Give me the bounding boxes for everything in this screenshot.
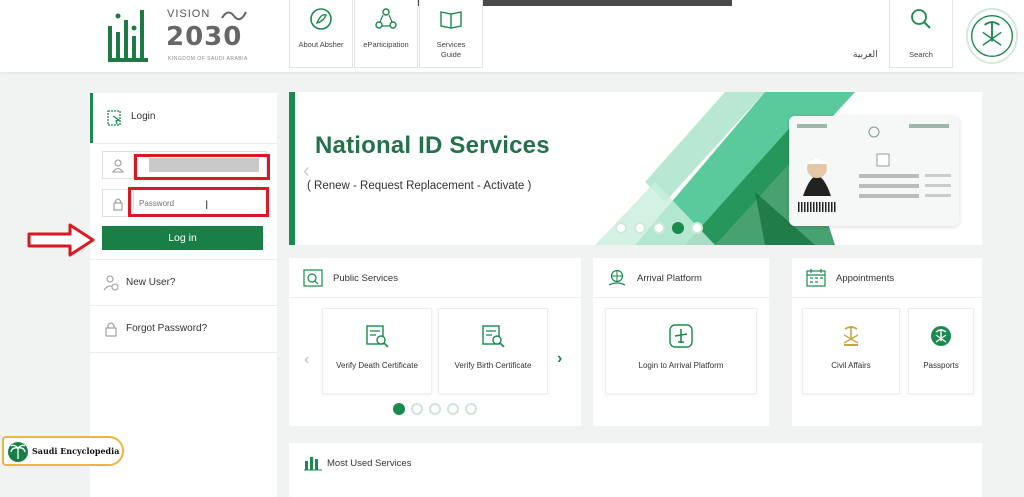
banner-subtitle: ( Renew - Request Replacement - Activate… [307, 180, 532, 192]
new-user-link[interactable]: New User? [90, 260, 277, 306]
forgot-password-label: Forgot Password? [126, 323, 208, 334]
palm-tree-logo-icon [8, 442, 28, 462]
passports-tile[interactable]: Passports [908, 308, 974, 394]
new-user-label: New User? [126, 277, 176, 288]
nav-label: Search [909, 50, 933, 59]
carousel-page-dot[interactable] [411, 403, 423, 415]
carousel-page-dot[interactable] [429, 403, 441, 415]
search-icon [911, 9, 931, 29]
login-icon [107, 110, 121, 126]
arrival-platform-card: Arrival Platform Login to Arrival Platfo… [593, 258, 769, 426]
banner-slide-dot[interactable] [634, 222, 646, 234]
card-header: Public Services [289, 258, 581, 298]
public-services-card: Public Services ‹ Verify Death Certifica… [289, 258, 581, 426]
nav-search[interactable]: Search [889, 0, 953, 68]
user-icon [112, 159, 124, 173]
lock-icon [105, 322, 117, 337]
globe-hand-icon [608, 269, 626, 286]
tile-label: Passports [923, 361, 959, 370]
certificate-search-icon [366, 325, 389, 348]
username-highlight-box [134, 154, 270, 180]
passports-emblem-icon [931, 326, 951, 346]
calendar-icon [806, 269, 826, 287]
nav-about-absher[interactable]: About Absher [289, 0, 353, 68]
national-id-card-image [789, 116, 959, 226]
nav-label: Services Guide [436, 40, 466, 59]
tile-label: Verify Birth Certificate [454, 361, 532, 370]
red-arrow-icon [27, 223, 95, 257]
card-header: Most Used Services [289, 443, 982, 483]
book-icon [440, 11, 462, 29]
airplane-icon [669, 324, 693, 348]
card-title: Arrival Platform [637, 273, 702, 284]
card-title: Appointments [836, 273, 895, 284]
lock-icon [113, 198, 123, 211]
most-used-services-card: Most Used Services [289, 443, 982, 497]
login-button[interactable]: Log in [102, 226, 263, 250]
vision-year: 2030 [166, 22, 243, 52]
civil-affairs-emblem-icon [843, 326, 859, 346]
tile-label: Login to Arrival Platform [638, 361, 724, 370]
nav-label: About Absher [298, 40, 344, 49]
saudi-encyclopedia-watermark: Saudi Encyclopedia [2, 436, 124, 466]
absher-logo[interactable] [104, 6, 156, 68]
card-header: Appointments [792, 258, 982, 298]
banner-slide-dot[interactable] [615, 222, 627, 234]
banner-slide-dot[interactable] [653, 222, 665, 234]
nav-label: eParticipation [363, 40, 409, 49]
forgot-password-link[interactable]: Forgot Password? [90, 306, 277, 352]
login-title: Login [131, 111, 156, 122]
login-header: Login [90, 93, 277, 143]
hero-banner[interactable]: ‹ National ID Services ( Renew - Request… [289, 92, 982, 245]
watermark-text: Saudi Encyclopedia [32, 446, 120, 456]
vision-arabic-wordmark [221, 11, 247, 21]
certificate-search-icon [482, 325, 505, 348]
card-title: Most Used Services [327, 458, 412, 469]
vision-kingdom: KINGDOM OF SAUDI ARABIA [168, 56, 248, 62]
password-highlight-box [128, 187, 269, 217]
appointments-card: Appointments Civil Affairs Passports [792, 258, 982, 426]
carousel-page-dot[interactable] [393, 403, 405, 415]
divider [90, 352, 277, 353]
login-arrival-platform-tile[interactable]: Login to Arrival Platform [605, 308, 757, 394]
people-network-icon [375, 8, 397, 29]
divider [90, 143, 277, 144]
moi-emblem-icon [966, 8, 1018, 64]
carousel-page-dot[interactable] [447, 403, 459, 415]
tile-label: Civil Affairs [831, 361, 871, 370]
banner-slide-dot[interactable] [672, 222, 684, 234]
card-title: Public Services [333, 273, 398, 284]
banner-slide-dot[interactable] [691, 222, 703, 234]
carousel-page-dot[interactable] [465, 403, 477, 415]
site-header: VISION 2030 KINGDOM OF SAUDI ARABIA Abou… [0, 0, 1024, 72]
banner-title: National ID Services [315, 132, 550, 159]
verify-birth-certificate-tile[interactable]: Verify Birth Certificate [438, 308, 548, 394]
carousel-next-arrow[interactable]: › [557, 350, 562, 368]
carousel-prev-arrow[interactable]: ‹ [304, 351, 309, 369]
nav-eparticipation[interactable]: eParticipation [354, 0, 418, 68]
bar-chart-icon [304, 457, 322, 471]
absher-leaf-icon [310, 8, 332, 30]
nav-services-guide[interactable]: Services Guide [419, 0, 483, 68]
tile-label: Verify Death Certificate [336, 361, 418, 370]
vision-label: VISION [167, 8, 211, 20]
add-user-icon [103, 275, 119, 291]
card-header: Arrival Platform [593, 258, 769, 298]
search-document-icon [303, 269, 323, 287]
verify-death-certificate-tile[interactable]: Verify Death Certificate [322, 308, 432, 394]
civil-affairs-tile[interactable]: Civil Affairs [802, 308, 900, 394]
language-switch-link[interactable]: العربية [853, 50, 878, 60]
